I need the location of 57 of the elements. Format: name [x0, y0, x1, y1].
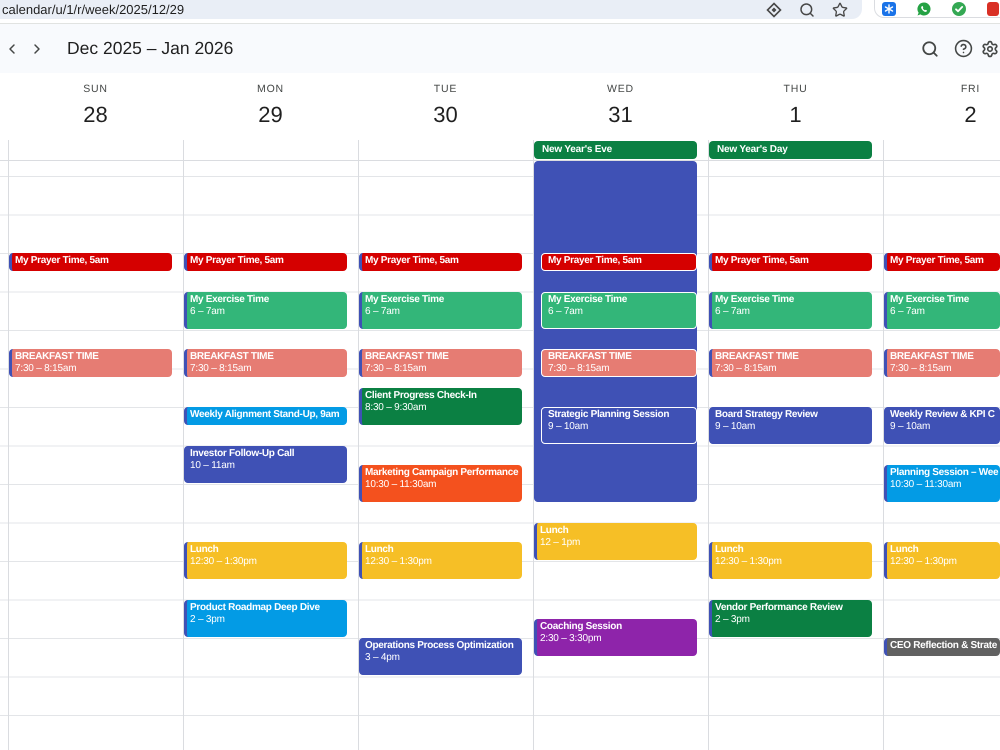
event-card[interactable]: BREAKFAST TIME 7:30 – 8:15am — [709, 349, 872, 377]
event-card[interactable]: Planning Session – Wee 10:30 – 11:30am — [884, 464, 1000, 502]
event-card[interactable]: Strategic Planning Session 9 – 10am — [541, 407, 697, 444]
event-card[interactable]: My Prayer Time, 5am — [359, 253, 522, 271]
asterisk-tile-icon[interactable] — [882, 2, 896, 16]
event-card[interactable]: BREAKFAST TIME 7:30 – 8:15am — [884, 349, 1000, 377]
check-circle-icon[interactable] — [952, 2, 966, 16]
day-number[interactable]: 29 — [258, 101, 283, 129]
weekday-label: THU — [784, 82, 808, 96]
event-card[interactable]: Marketing Campaign Performance 10:30 – 11:30am — [359, 464, 522, 502]
event-card[interactable]: My Exercise Time 6 – 7am — [884, 292, 1000, 328]
event-card[interactable]: My Prayer Time, 5am — [184, 253, 347, 271]
weekday-label: FRI — [960, 82, 980, 96]
star-icon[interactable] — [832, 2, 848, 18]
day-number[interactable]: 28 — [83, 101, 108, 129]
event-card[interactable]: Client Progress Check-In 8:30 – 9:30am — [359, 388, 522, 425]
event-card[interactable]: Investor Follow-Up Call 10 – 11am — [184, 446, 347, 482]
event-card[interactable]: Weekly Alignment Stand-Up, 9am — [184, 407, 347, 425]
event-card[interactable]: My Exercise Time 6 – 7am — [184, 292, 347, 328]
weekday-label: MON — [257, 82, 284, 96]
day-number[interactable]: 30 — [433, 101, 458, 129]
date-range-title: Dec 2025 – Jan 2026 — [67, 38, 234, 59]
event-card[interactable]: My Prayer Time, 5am — [884, 253, 1000, 271]
event-card[interactable]: Weekly Review & KPI C 9 – 10am — [884, 407, 1000, 444]
help-icon — [954, 39, 972, 58]
diamond-icon[interactable] — [766, 2, 782, 18]
day-number[interactable]: 1 — [789, 101, 802, 129]
event-card[interactable]: Board Strategy Review 9 – 10am — [709, 407, 872, 444]
address-bar[interactable]: calendar/u/1/r/week/2025/12/29 — [0, 0, 862, 19]
event-card[interactable]: BREAKFAST TIME 7:30 – 8:15am — [184, 349, 347, 377]
weekday-label: TUE — [434, 82, 458, 96]
event-card[interactable]: Operations Process Optimization 3 – 4pm — [359, 638, 522, 675]
url-text: calendar/u/1/r/week/2025/12/29 — [2, 2, 186, 18]
day-number[interactable]: 31 — [608, 101, 633, 129]
event-card[interactable]: My Prayer Time, 5am — [709, 253, 872, 271]
event-card[interactable]: BREAKFAST TIME 7:30 – 8:15am — [9, 349, 172, 377]
search-icon — [921, 40, 939, 58]
square-tile-icon[interactable] — [987, 2, 999, 16]
event-card[interactable]: My Exercise Time 6 – 7am — [541, 292, 697, 328]
event-card[interactable]: My Prayer Time, 5am — [541, 253, 697, 271]
chat-bubble-icon[interactable] — [917, 2, 931, 16]
weekday-label: WED — [607, 82, 634, 96]
event-card[interactable]: My Exercise Time 6 – 7am — [709, 292, 872, 328]
event-card[interactable]: My Prayer Time, 5am — [9, 253, 172, 271]
all-day-event[interactable]: New Year's Eve — [534, 141, 697, 159]
event-card[interactable]: BREAKFAST TIME 7:30 – 8:15am — [359, 349, 522, 377]
settings-icon — [981, 40, 999, 58]
event-card[interactable]: My Exercise Time 6 – 7am — [359, 292, 522, 328]
event-card[interactable]: Vendor Performance Review 2 – 3pm — [709, 600, 872, 636]
all-day-event[interactable]: New Year's Day — [709, 141, 872, 159]
event-card[interactable]: Product Roadmap Deep Dive 2 – 3pm — [184, 600, 347, 636]
event-card[interactable]: Coaching Session 2:30 – 3:30pm — [534, 618, 697, 656]
event-card[interactable]: CEO Reflection & Strate — [884, 638, 1000, 656]
search-icon[interactable] — [799, 2, 815, 18]
day-number[interactable]: 2 — [964, 101, 977, 129]
event-card[interactable]: BREAKFAST TIME 7:30 – 8:15am — [541, 349, 697, 377]
weekday-label: SUN — [83, 82, 108, 96]
